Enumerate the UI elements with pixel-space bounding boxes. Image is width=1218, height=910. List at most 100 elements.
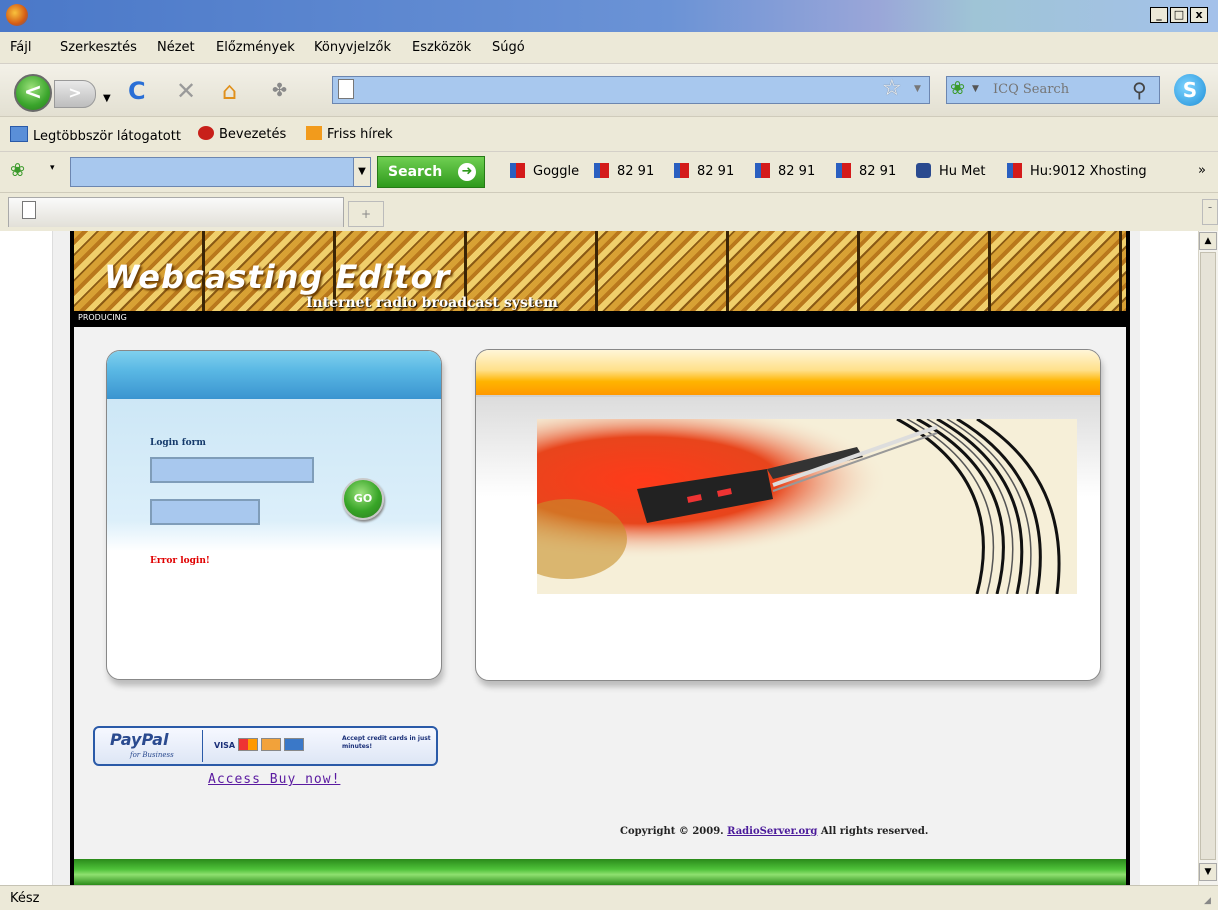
menu-bookmarks[interactable]: Könyvjelzők [314, 40, 391, 55]
toolbar-link-label: 82 91 [778, 164, 816, 179]
toolbar-link-xhosting[interactable]: Hu:9012 Xhosting [1007, 163, 1147, 179]
toolbar-link-8291-d[interactable]: 82 91 [836, 163, 896, 179]
title-bar [0, 0, 1218, 32]
menu-history[interactable]: Előzmények [216, 40, 295, 55]
scroll-down-button[interactable]: ▼ [1199, 863, 1217, 881]
paypal-logo: PayPal [110, 730, 169, 749]
close-button[interactable]: x [1190, 7, 1208, 23]
tab-list-button[interactable]: - [1202, 199, 1218, 225]
footer-bar [74, 859, 1126, 885]
mastercard-icon [238, 738, 259, 751]
bookmark-getting-started[interactable]: Bevezetés [198, 126, 286, 142]
password-field[interactable] [150, 499, 260, 525]
toolbar-link-8291-b[interactable]: 82 91 [674, 163, 734, 179]
copyright-suffix: All rights reserved. [820, 826, 929, 837]
login-panel-header [107, 351, 441, 399]
toolbar-search-input[interactable] [70, 157, 356, 187]
turntable-illustration [537, 419, 1077, 594]
menu-help[interactable]: Súgó [492, 40, 525, 55]
bookmark-icon [674, 163, 689, 178]
bookmark-icon [836, 163, 851, 178]
maximize-button[interactable]: □ [1170, 7, 1188, 23]
banner-tag: PRODUCING [78, 313, 127, 322]
menu-tools[interactable]: Eszközök [412, 40, 471, 55]
skype-icon[interactable]: S [1174, 74, 1206, 106]
shield-icon [916, 163, 931, 178]
username-field[interactable] [150, 457, 314, 483]
toolbar-link-label: Hu:9012 Xhosting [1030, 164, 1147, 179]
paypal-note: Accept credit cards in just minutes! [342, 735, 431, 750]
search-dropdown-button[interactable]: ▼ [353, 157, 371, 187]
toolbar-link-goggle[interactable]: Goggle [510, 163, 579, 179]
addon-icon[interactable]: ✤ [272, 76, 287, 106]
icq-search-input[interactable] [993, 78, 1123, 100]
stop-icon[interactable]: ✕ [176, 76, 196, 106]
toolbar-dropdown-icon[interactable]: ▾ [50, 163, 55, 173]
forward-button[interactable]: > [54, 80, 96, 108]
paypal-cards: VISA [214, 738, 305, 751]
icq-dropdown-icon[interactable]: ▼ [972, 84, 979, 94]
discover-icon [261, 738, 282, 751]
status-bar [0, 885, 1218, 910]
bookmark-icon [510, 163, 525, 178]
main-panel-header [476, 350, 1100, 395]
banner-title: Webcasting Editor [104, 258, 451, 296]
firefox-logo-icon [6, 4, 28, 26]
paypal-subtitle: for Business [130, 751, 174, 759]
icq-flower-icon[interactable]: ❀ [950, 78, 965, 99]
paypal-divider [202, 730, 203, 762]
bookmark-icon [594, 163, 609, 178]
toolbar-link-label: Goggle [533, 164, 580, 179]
go-button[interactable]: GO [342, 478, 384, 520]
bookmark-star-icon[interactable]: ☆ [882, 76, 902, 101]
toolbar-overflow-icon[interactable]: » [1198, 163, 1206, 178]
resize-grip-icon[interactable]: ◢ [1204, 896, 1211, 906]
toolbar-link-label: Hu Met [939, 164, 986, 179]
login-form-label: Login form [150, 438, 206, 448]
minimize-button[interactable]: _ [1150, 7, 1168, 23]
search-button[interactable]: Search ➜ [377, 156, 485, 188]
toolbar-link-label: 82 91 [617, 164, 655, 179]
bookmark-label: Legtöbbször látogatott [33, 129, 181, 144]
scroll-thumb[interactable] [1200, 252, 1216, 860]
menu-edit[interactable]: Szerkesztés [60, 40, 137, 55]
url-input[interactable] [360, 79, 864, 103]
access-buy-now-link[interactable]: Access Buy now! [208, 772, 340, 787]
bookmark-latest-headlines[interactable]: Friss hírek [306, 126, 393, 142]
copyright-text: Copyright © 2009. RadioServer.org All ri… [620, 826, 928, 837]
amex-icon [284, 738, 305, 751]
toolbar-flower-icon[interactable]: ❀ [10, 160, 25, 181]
status-text: Kész [10, 891, 40, 906]
bookmark-most-visited[interactable]: Legtöbbször látogatott [10, 126, 181, 144]
toolbar-link-8291-c[interactable]: 82 91 [755, 163, 815, 179]
page-icon [22, 201, 36, 219]
turntable-image [537, 419, 1077, 594]
bookmark-label: Bevezetés [219, 127, 287, 142]
magnifier-icon[interactable]: ⚲ [1132, 78, 1147, 102]
visa-label: VISA [214, 741, 236, 750]
radioserver-link[interactable]: RadioServer.org [727, 826, 817, 837]
menu-view[interactable]: Nézet [157, 40, 195, 55]
url-dropdown-icon[interactable]: ▼ [914, 84, 921, 94]
reload-icon[interactable]: C [128, 76, 146, 106]
new-tab-button[interactable]: + [348, 201, 384, 227]
bookmark-icon [1007, 163, 1022, 178]
toolbar-link-hu-met[interactable]: Hu Met [916, 163, 985, 179]
toolbar-link-label: 82 91 [859, 164, 897, 179]
login-error-message: Error login! [150, 556, 210, 566]
toolbar-link-8291-a[interactable]: 82 91 [594, 163, 654, 179]
bookmark-icon [10, 126, 28, 142]
menu-file[interactable]: Fájl [10, 40, 31, 55]
arrow-right-icon: ➜ [458, 163, 476, 181]
search-button-label: Search [388, 164, 443, 180]
history-dropdown-icon[interactable]: ▼ [103, 84, 111, 114]
home-icon[interactable]: ⌂ [222, 76, 237, 106]
back-button[interactable]: < [14, 74, 52, 112]
scroll-up-button[interactable]: ▲ [1199, 232, 1217, 250]
tab-current[interactable] [8, 197, 344, 227]
bookmarks-toolbar [0, 117, 1218, 152]
rss-icon [306, 126, 322, 140]
bookmark-icon [755, 163, 770, 178]
toolbar-link-label: 82 91 [697, 164, 735, 179]
copyright-prefix: Copyright © 2009. [620, 826, 724, 837]
